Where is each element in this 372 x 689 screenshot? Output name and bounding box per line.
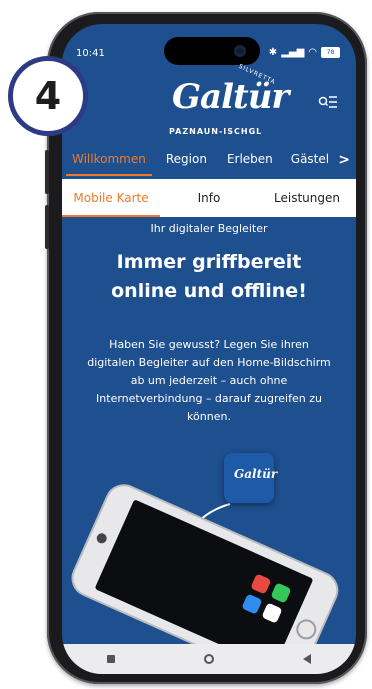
tab-leistungen[interactable]: Leistungen [258, 179, 356, 217]
status-icons: ✱ ▂▄▆ ◠ 78 [269, 47, 340, 58]
wifi-icon: ◠ [308, 47, 317, 58]
sub-nav: Mobile Karte Info Leistungen [62, 179, 356, 217]
back-button[interactable] [303, 654, 312, 664]
tab-info[interactable]: Info [160, 179, 258, 217]
main-nav: Willkommen Region Erleben Gästel [62, 142, 356, 176]
nav-item-gaeste[interactable]: Gästel [285, 142, 335, 176]
galtur-logo[interactable]: SILVRETTA Galtür PAZNAUN-ISCHGL [167, 63, 297, 151]
phone-screen: 10:41 ✱ ▂▄▆ ◠ 78 SILVRETTA Galtür PAZNAU… [62, 24, 356, 674]
bluetooth-icon: ✱ [268, 47, 278, 58]
logo-script-text: Galtür [172, 77, 289, 117]
nav-item-willkommen[interactable]: Willkommen [66, 142, 152, 176]
app-tile-icon: Galtür [224, 453, 278, 503]
signal-icon: ▂▄▆ [281, 47, 305, 58]
camera-icon [234, 45, 246, 57]
headline-line-1: Immer griffbereit [116, 251, 302, 273]
section-eyebrow: Ihr digitaler Begleiter [150, 222, 268, 235]
battery-icon: 78 [321, 47, 340, 58]
recents-button[interactable] [106, 655, 115, 663]
nav-scroll-right-icon[interactable]: > [338, 152, 350, 168]
tab-mobile-karte[interactable]: Mobile Karte [62, 179, 160, 217]
phone-side-button [45, 205, 49, 249]
app-tile-text: Galtür [234, 467, 278, 481]
logo-subtitle: PAZNAUN-ISCHGL [169, 127, 263, 136]
dynamic-island [164, 37, 260, 65]
android-nav-bar [62, 644, 356, 674]
section-body: Haben Sie gewusst? Legen Sie ihren digit… [87, 338, 331, 423]
phone-side-button [45, 150, 49, 194]
headline-line-2: online und offline! [111, 280, 307, 302]
home-button[interactable] [203, 654, 214, 664]
phone-illustration [71, 484, 339, 654]
nav-item-erleben[interactable]: Erleben [221, 142, 279, 176]
search-menu-icon[interactable] [318, 94, 338, 110]
step-badge: 4 [8, 56, 88, 136]
section-headline: Immer griffbereit online und offline! [62, 248, 356, 306]
status-time: 10:41 [76, 48, 105, 59]
nav-item-region[interactable]: Region [160, 142, 213, 176]
